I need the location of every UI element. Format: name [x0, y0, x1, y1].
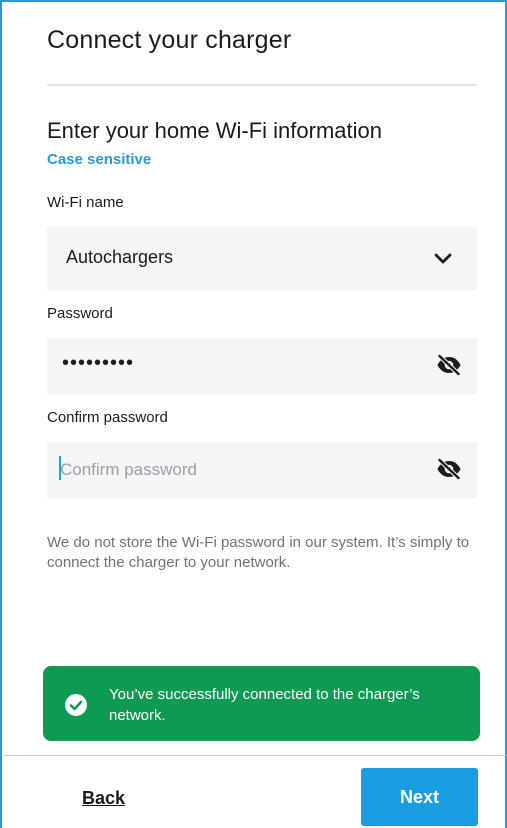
password-label: Password — [47, 305, 113, 322]
privacy-note: We do not store the Wi-Fi password in ou… — [47, 534, 470, 571]
back-button[interactable]: Back — [82, 788, 125, 809]
case-sensitive-note: Case sensitive — [47, 151, 152, 168]
confirm-password-input[interactable] — [60, 456, 420, 484]
section-heading: Enter your home Wi-Fi information — [47, 118, 382, 143]
password-masked-value: ••••••••• — [62, 352, 135, 374]
footer-divider — [4, 755, 507, 756]
wifi-name-label: Wi-Fi name — [47, 194, 124, 211]
eye-slash-icon[interactable] — [436, 458, 462, 480]
password-field[interactable]: ••••••••• — [47, 338, 477, 394]
success-toast: You’ve successfully connected to the cha… — [43, 666, 480, 741]
title-divider — [47, 84, 477, 86]
chevron-down-icon[interactable] — [433, 249, 453, 269]
wifi-name-value: Autochargers — [66, 247, 174, 267]
toast-message: You’ve successfully connected to the cha… — [109, 686, 420, 724]
screen-frame: Connect your charger Enter your home Wi-… — [0, 0, 507, 828]
check-circle-icon — [65, 694, 87, 716]
confirm-password-label: Confirm password — [47, 409, 168, 426]
page-title: Connect your charger — [47, 26, 292, 54]
eye-slash-icon[interactable] — [436, 354, 462, 376]
next-button[interactable]: Next — [361, 768, 478, 826]
wifi-name-select[interactable]: Autochargers — [47, 227, 477, 290]
text-caret — [59, 456, 61, 480]
confirm-password-field[interactable] — [47, 442, 477, 498]
